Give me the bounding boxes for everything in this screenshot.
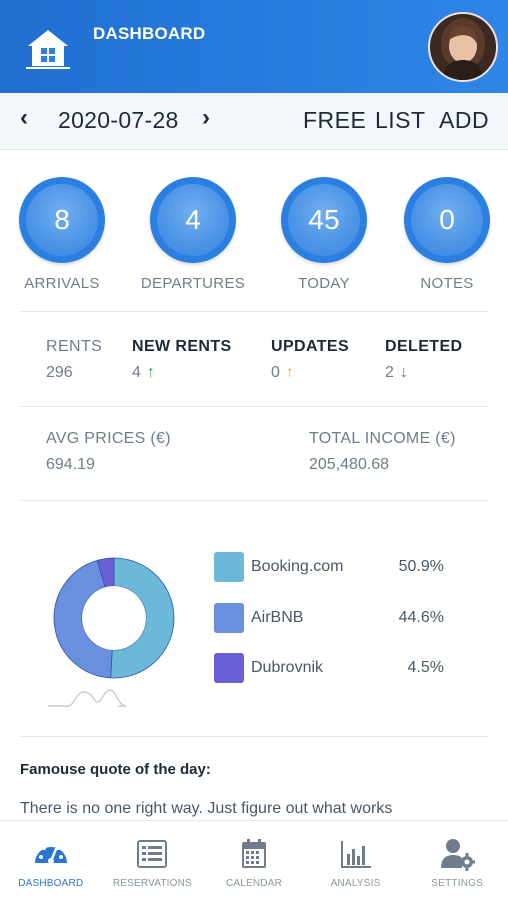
stat-arrivals[interactable]: 8 ARRIVALS [2, 177, 122, 292]
nav-dashboard[interactable]: DASHBOARD [0, 821, 102, 900]
stat-label: NOTES [420, 275, 474, 292]
stat-value: 4 [157, 184, 229, 256]
nav-calendar[interactable]: CALENDAR [203, 821, 305, 900]
total-income-value: 205,480.68 [309, 456, 390, 473]
stat-circle: 8 [19, 177, 105, 263]
arrow-up-icon: ↑ [146, 364, 155, 381]
nav-reservations[interactable]: RESERVATIONS [102, 821, 204, 900]
avg-prices-label: AVG PRICES (€) [46, 430, 171, 447]
nav-label: RESERVATIONS [112, 878, 192, 889]
legend-label: AirBNB [251, 609, 304, 626]
divider [20, 406, 488, 407]
stat-circle: 0 [404, 177, 490, 263]
stat-label: ARRIVALS [24, 275, 100, 292]
legend-value: 44.6% [398, 609, 444, 626]
quote-title: Famouse quote of the day: [20, 761, 211, 778]
updates-label: UPDATES [271, 338, 350, 355]
legend-item[interactable]: AirBNB 44.6% [214, 602, 454, 634]
chart-reflection-decoration [48, 689, 127, 707]
house-icon[interactable] [24, 26, 72, 72]
new-rents-value: 4 [132, 364, 141, 381]
avg-prices-value: 694.19 [46, 456, 95, 473]
nav-label: SETTINGS [431, 878, 483, 889]
divider [20, 311, 488, 312]
current-date: 2020-07-28 [58, 107, 179, 133]
free-button[interactable]: FREE [303, 107, 366, 134]
list-icon [137, 840, 168, 868]
stat-value: 8 [26, 184, 98, 256]
legend-swatch [214, 603, 244, 633]
stat-value: 0 [411, 184, 483, 256]
stat-circle: 4 [150, 177, 236, 263]
arrow-up-icon: ↑ [285, 364, 294, 381]
total-income: TOTAL INCOME (€) 205,480.68 [309, 430, 456, 474]
page-title: DASHBOARD [93, 24, 206, 43]
updates[interactable]: UPDATES 0 ↑ [271, 338, 349, 382]
legend-label: Booking.com [251, 558, 344, 575]
rents-total: RENTS 296 [46, 338, 102, 382]
divider [20, 500, 488, 501]
rents-label: RENTS [46, 338, 103, 355]
stat-label: DEPARTURES [140, 275, 246, 292]
deleted-label: DELETED [385, 338, 463, 355]
legend-item[interactable]: Dubrovnik 4.5% [214, 652, 454, 684]
nav-label: DASHBOARD [18, 878, 84, 889]
legend-value: 50.9% [398, 558, 444, 575]
app-header: DASHBOARD [0, 0, 508, 93]
stat-circle: 45 [281, 177, 367, 263]
legend-item[interactable]: Booking.com 50.9% [214, 551, 454, 583]
nav-label: CALENDAR [225, 878, 283, 889]
stat-label: TODAY [298, 275, 350, 292]
bottom-navigation: DASHBOARD RESERVATIONS CALENDAR ANALYSIS… [0, 820, 508, 900]
list-button[interactable]: LIST [375, 107, 426, 134]
arrow-down-icon: ↓ [399, 364, 408, 381]
total-income-label: TOTAL INCOME (€) [309, 430, 456, 447]
nav-settings[interactable]: SETTINGS [406, 821, 508, 900]
deleted[interactable]: DELETED 2 ↓ [385, 338, 462, 382]
previous-day-button[interactable]: ‹ [20, 104, 28, 132]
nav-label: ANALYSIS [330, 878, 381, 889]
legend-value: 4.5% [407, 659, 444, 676]
stat-departures[interactable]: 4 DEPARTURES [133, 177, 253, 292]
stat-value: 45 [288, 184, 360, 256]
gauge-icon [34, 842, 67, 864]
add-button[interactable]: ADD [439, 107, 489, 134]
quote-text: There is no one right way. Just figure o… [20, 800, 393, 817]
divider [20, 736, 488, 737]
next-day-button[interactable]: › [202, 104, 210, 132]
user-gear-icon [441, 839, 476, 871]
date-navigation-bar: ‹ 2020-07-28 › FREE LIST ADD [0, 93, 508, 150]
nav-analysis[interactable]: ANALYSIS [305, 821, 407, 900]
legend-swatch [214, 653, 244, 683]
calendar-icon [241, 839, 266, 868]
deleted-value: 2 [385, 364, 394, 381]
updates-value: 0 [271, 364, 280, 381]
rents-value: 296 [46, 364, 73, 381]
bar-chart-icon [340, 841, 371, 868]
stat-notes[interactable]: 0 NOTES [387, 177, 507, 292]
new-rents-label: NEW RENTS [132, 338, 232, 355]
legend-label: Dubrovnik [251, 659, 324, 676]
user-avatar[interactable] [428, 12, 498, 82]
avg-prices: AVG PRICES (€) 694.19 [46, 430, 171, 474]
stat-today[interactable]: 45 TODAY [264, 177, 384, 292]
new-rents[interactable]: NEW RENTS 4 ↑ [132, 338, 232, 382]
donut-chart [48, 557, 175, 707]
legend-swatch [214, 552, 244, 582]
